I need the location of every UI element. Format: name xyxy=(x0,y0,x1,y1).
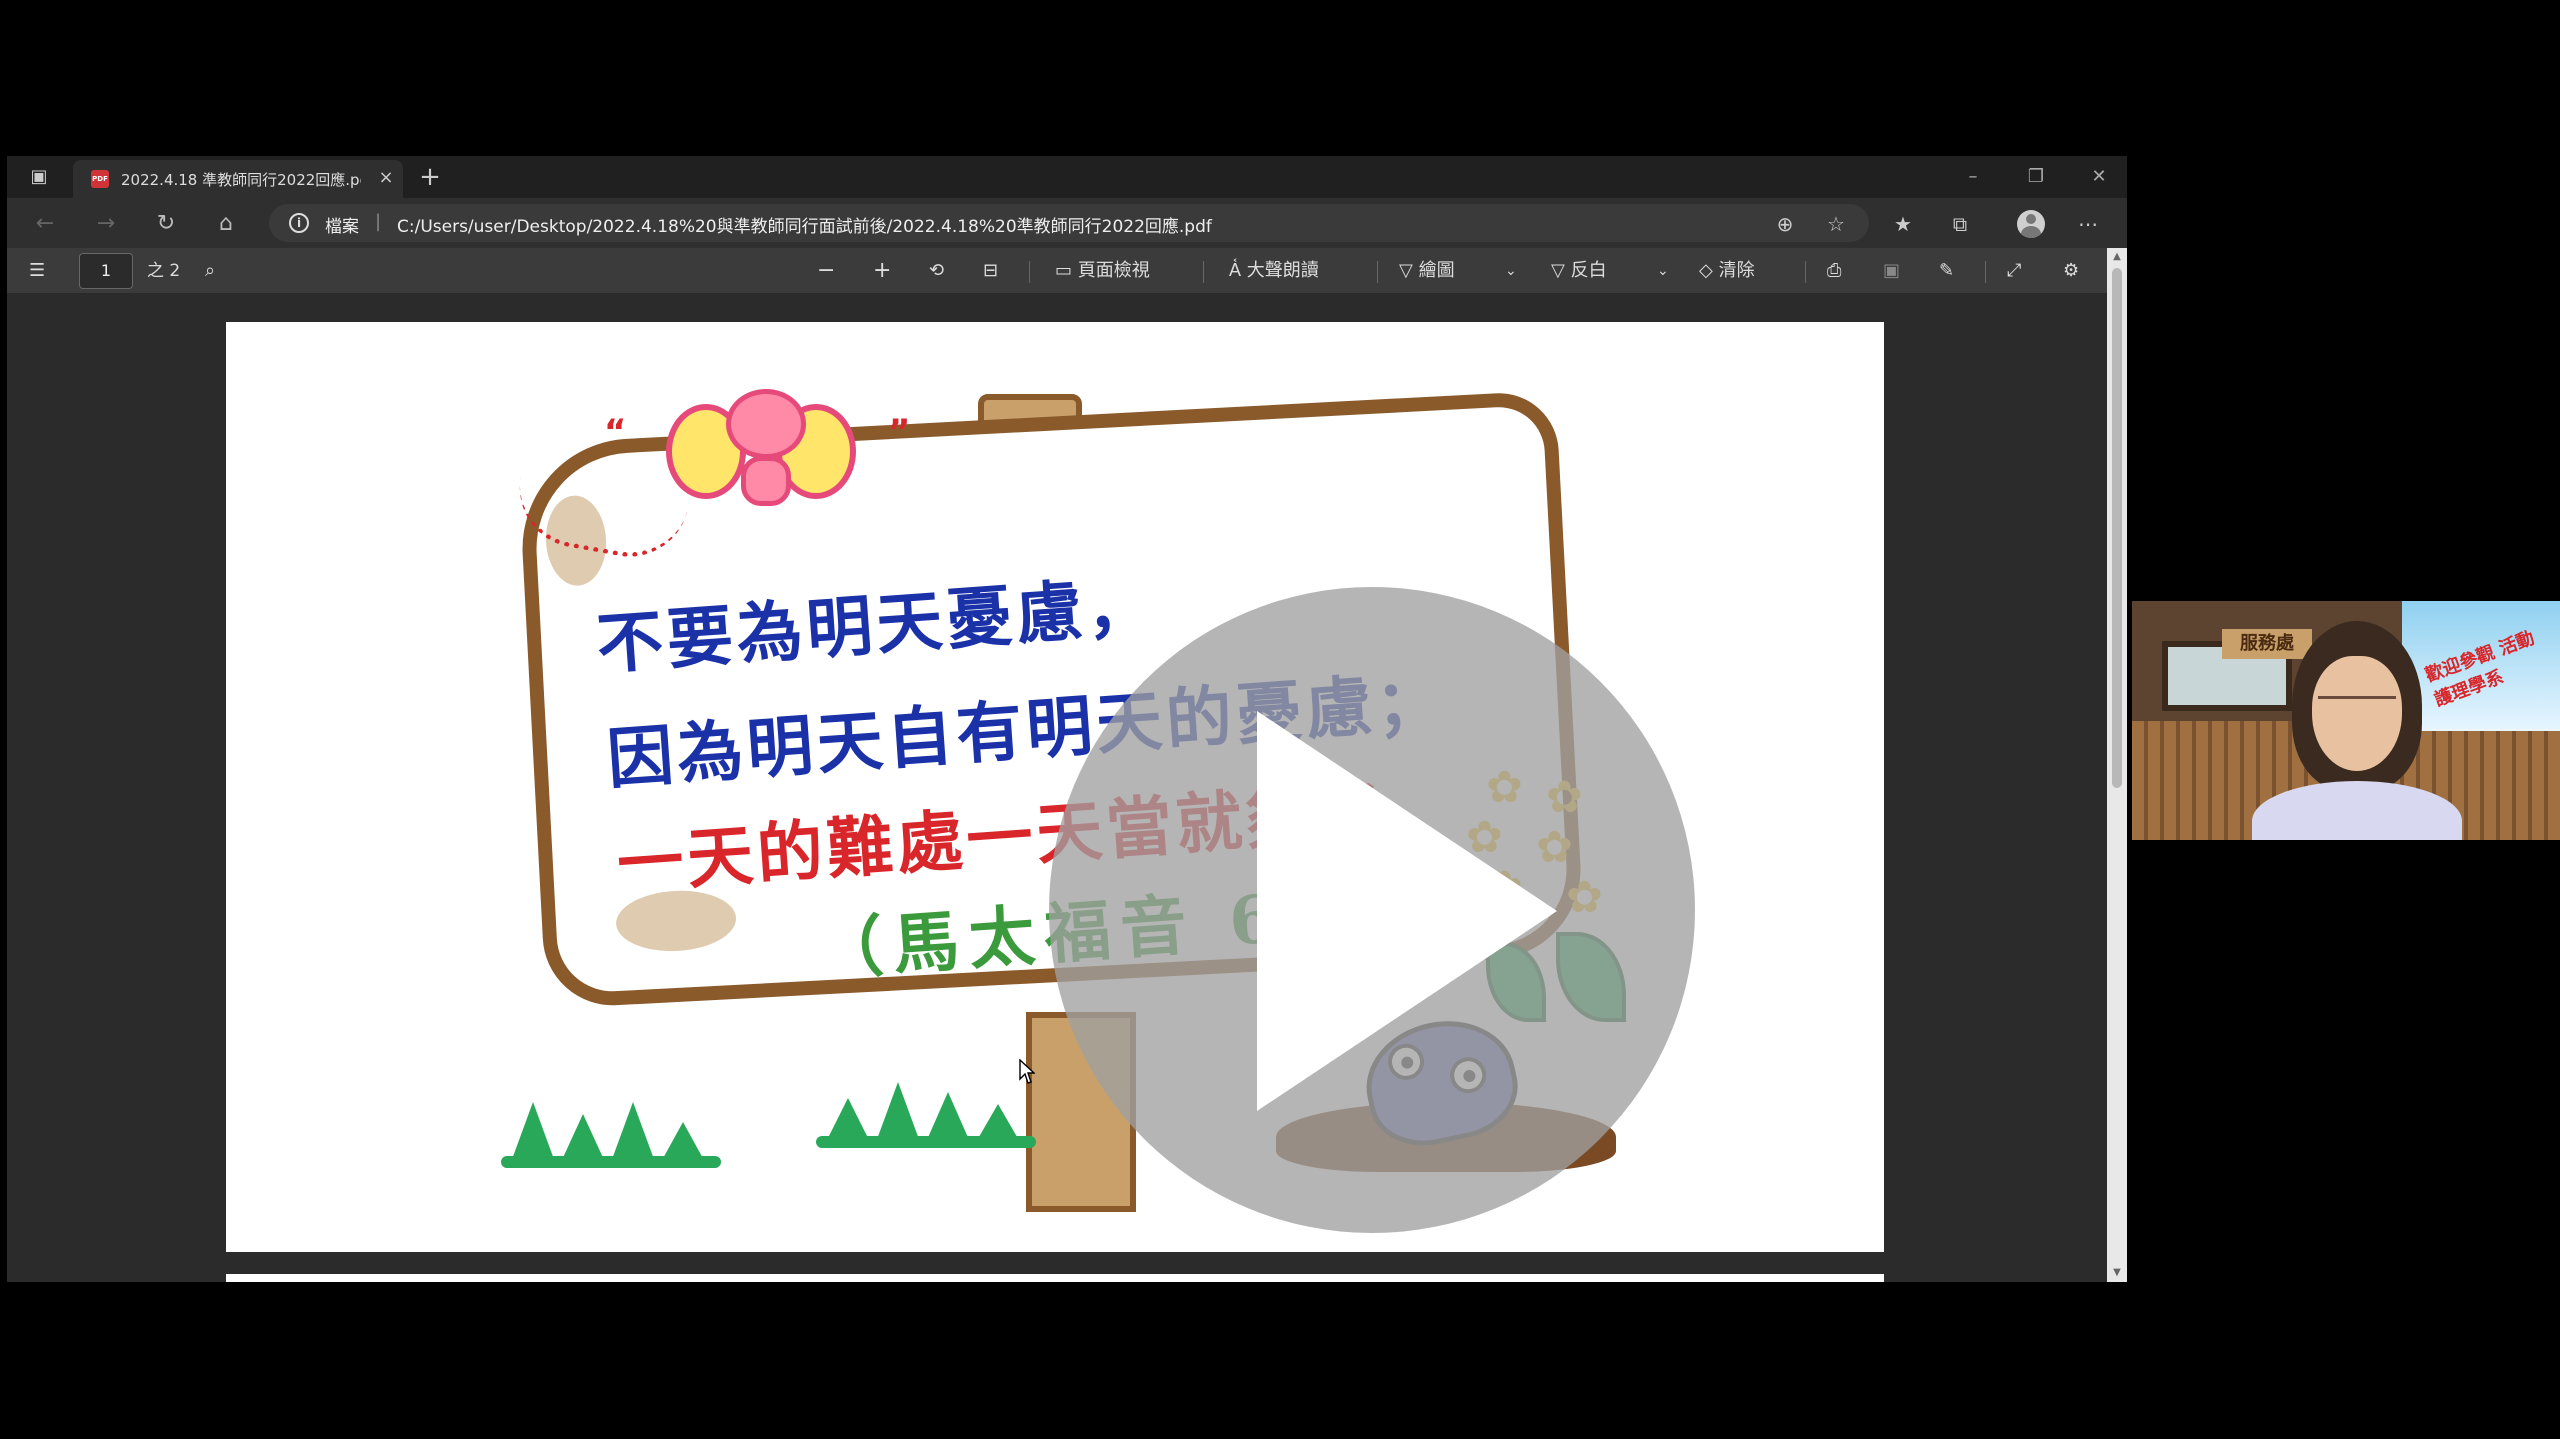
pdf-toolbar: ☰ 1 之 2 ⌕ − + ⟲ ⊟ ▭ 頁面檢視 A᷾ 大聲朗讀 ▽ 繪圖 ⌄ … xyxy=(7,248,2127,294)
highlight-options-chevron-icon[interactable]: ⌄ xyxy=(1657,255,1669,287)
page-total-label: 之 2 xyxy=(147,261,181,281)
highlight-icon: ▽ xyxy=(1551,260,1571,281)
url-text[interactable]: C:/Users/user/Desktop/2022.4.18%20與準教師同行… xyxy=(397,212,1697,237)
favorites-icon[interactable]: ★ xyxy=(1887,208,1919,240)
play-icon xyxy=(1257,711,1557,1111)
highlight-label: 反白 xyxy=(1570,260,1607,281)
webcam-feed: 服務處 歡迎參觀 活動護理學系 xyxy=(2132,601,2560,840)
url-separator: | xyxy=(375,211,382,232)
toolbar-divider xyxy=(1377,261,1378,283)
butterfly-torso xyxy=(741,456,791,506)
rotate-icon[interactable]: ⟲ xyxy=(929,255,944,287)
page-view-button[interactable]: ▭ 頁面檢視 xyxy=(1055,255,1150,287)
fit-page-icon[interactable]: ⊟ xyxy=(983,255,998,287)
webcam-sign: 服務處 xyxy=(2222,629,2312,659)
save-icon[interactable]: ▣ xyxy=(1883,255,1900,287)
scrollbar-thumb[interactable] xyxy=(2112,268,2122,788)
url-field[interactable]: i 檔案 | C:/Users/user/Desktop/2022.4.18%2… xyxy=(269,204,1869,242)
quote-close: ” xyxy=(888,412,911,452)
toolbar-divider xyxy=(1029,261,1030,283)
new-tab-button[interactable]: + xyxy=(415,162,445,192)
more-menu-icon[interactable]: ⋯ xyxy=(2072,208,2104,240)
read-aloud-button[interactable]: A᷾ 大聲朗讀 xyxy=(1229,255,1319,287)
butterfly-illustration xyxy=(666,384,866,534)
grass-left xyxy=(501,1102,721,1168)
zoom-in-icon[interactable]: + xyxy=(873,255,891,287)
collections-icon[interactable]: ⧉ xyxy=(1944,208,1976,240)
read-aloud-label: 大聲朗讀 xyxy=(1246,260,1319,281)
restore-button[interactable]: ❐ xyxy=(2016,162,2056,192)
draw-label: 繪圖 xyxy=(1418,260,1455,281)
eraser-icon: ◇ xyxy=(1699,260,1719,281)
zoom-icon[interactable]: ⊕ xyxy=(1769,208,1801,240)
search-icon[interactable]: ⌕ xyxy=(205,255,215,287)
scroll-up-icon[interactable]: ▲ xyxy=(2107,248,2127,266)
pdf-page-2 xyxy=(226,1274,1884,1282)
read-aloud-icon: A᷾ xyxy=(1229,260,1247,281)
page-number-input[interactable]: 1 xyxy=(79,253,133,289)
zoom-out-icon[interactable]: − xyxy=(817,255,835,287)
grass-middle xyxy=(816,1082,1036,1148)
grass-blade xyxy=(876,1082,920,1142)
screen: ▣ PDF 2022.4.18 準教師同行2022回應.pdf × + – ❐ … xyxy=(0,0,2560,1439)
draw-icon: ▽ xyxy=(1399,260,1419,281)
minimize-button[interactable]: – xyxy=(1953,162,1993,192)
tab-close-icon[interactable]: × xyxy=(375,167,397,189)
add-favorite-icon[interactable]: ☆ xyxy=(1820,208,1852,240)
video-play-button[interactable] xyxy=(1049,587,1695,1233)
butterfly-body xyxy=(726,384,806,514)
browser-window: ▣ PDF 2022.4.18 準教師同行2022回應.pdf × + – ❐ … xyxy=(7,156,2127,1282)
quote-open: “ xyxy=(604,412,627,452)
tab-bar: ▣ PDF 2022.4.18 準教師同行2022回應.pdf × + – ❐ … xyxy=(7,156,2127,198)
highlight-button[interactable]: ▽ 反白 xyxy=(1551,255,1607,287)
erase-label: 清除 xyxy=(1718,260,1755,281)
vertical-scrollbar[interactable]: ▲ ▼ xyxy=(2107,248,2127,1282)
fullscreen-icon[interactable]: ⤢ xyxy=(2007,255,2021,287)
grass-blade xyxy=(926,1092,970,1142)
info-icon[interactable]: i xyxy=(289,213,309,233)
page-view-icon: ▭ xyxy=(1055,260,1078,281)
grass-blade xyxy=(561,1114,605,1162)
tab-pdf[interactable]: PDF 2022.4.18 準教師同行2022回應.pdf × xyxy=(73,160,403,198)
address-bar: ← → ↻ ⌂ i 檔案 | C:/Users/user/Desktop/202… xyxy=(7,198,2127,248)
profile-avatar[interactable] xyxy=(2017,210,2045,238)
forward-icon[interactable]: → xyxy=(90,208,122,240)
presenter-glasses xyxy=(2318,696,2396,716)
butterfly-head xyxy=(726,389,806,459)
scroll-down-icon[interactable]: ▼ xyxy=(2107,1264,2127,1282)
settings-gear-icon[interactable]: ⚙ xyxy=(2063,255,2079,287)
page-view-label: 頁面檢視 xyxy=(1077,260,1150,281)
toolbar-divider xyxy=(1985,261,1986,283)
erase-button[interactable]: ◇ 清除 xyxy=(1699,255,1755,287)
grass-blade xyxy=(511,1102,555,1162)
draw-options-chevron-icon[interactable]: ⌄ xyxy=(1505,255,1517,287)
refresh-icon[interactable]: ↻ xyxy=(150,208,182,240)
toolbar-divider xyxy=(1203,261,1204,283)
tab-title: 2022.4.18 準教師同行2022回應.pdf xyxy=(121,171,361,189)
grass-blade xyxy=(611,1102,655,1162)
mouse-cursor-icon xyxy=(1019,1059,1035,1084)
home-icon[interactable]: ⌂ xyxy=(210,208,242,240)
pdf-icon: PDF xyxy=(91,170,109,188)
url-scheme-label: 檔案 xyxy=(325,217,359,237)
toolbar-divider xyxy=(1805,261,1806,283)
print-icon[interactable]: ⎙ xyxy=(1827,255,1841,287)
draw-button[interactable]: ▽ 繪圖 xyxy=(1399,255,1455,287)
grass-base xyxy=(816,1136,1036,1148)
back-icon[interactable]: ← xyxy=(29,208,61,240)
tab-actions-icon[interactable]: ▣ xyxy=(27,165,51,189)
save-as-icon[interactable]: ✎ xyxy=(1939,255,1954,287)
contents-icon[interactable]: ☰ xyxy=(29,255,45,287)
grass-base xyxy=(501,1156,721,1168)
close-window-button[interactable]: ✕ xyxy=(2079,162,2119,192)
